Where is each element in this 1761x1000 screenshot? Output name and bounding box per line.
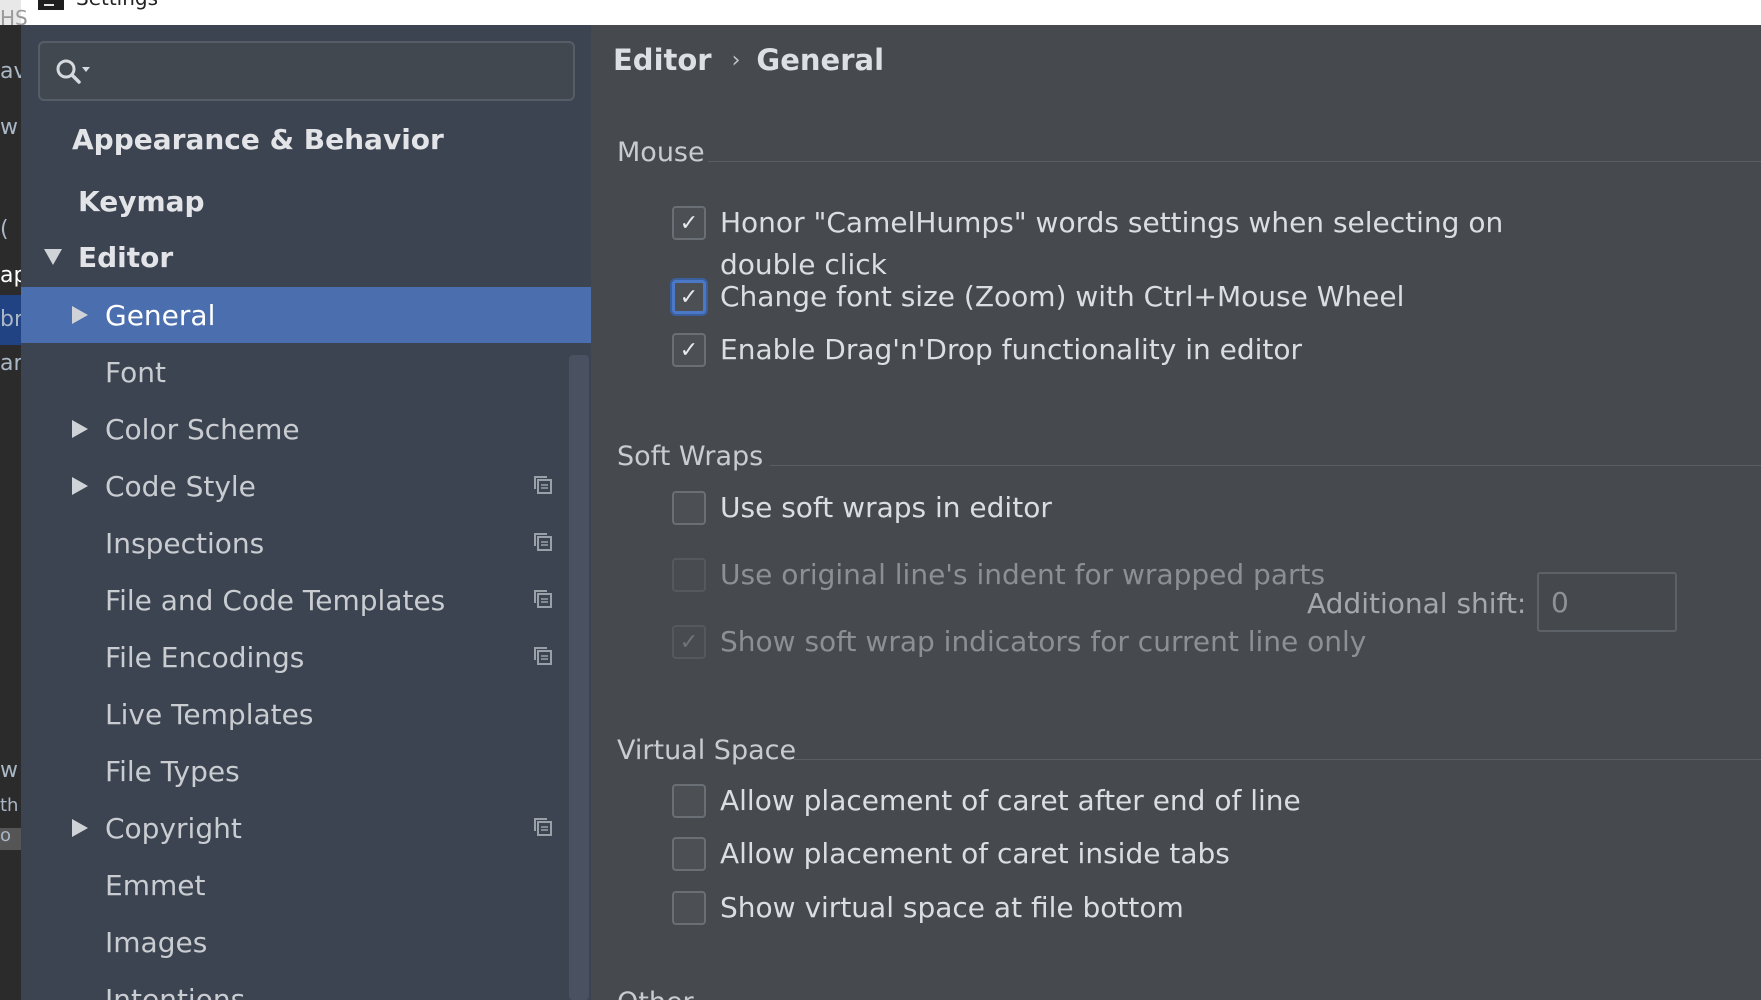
sidebar-item-code-style[interactable]: Code Style: [21, 458, 591, 514]
window-title: Settings: [76, 0, 158, 10]
copy-settings-icon: [534, 533, 552, 551]
sidebar-item-label: Inspections: [105, 526, 265, 560]
check-icon: ✓: [679, 210, 699, 236]
breadcrumb: Editor › General: [613, 43, 884, 77]
sidebar-item-label: Copyright: [105, 811, 242, 845]
settings-sidebar: Appearance & Behavior Keymap Editor General…: [21, 25, 591, 1000]
app-icon: [38, 0, 64, 10]
sidebar-item-live-templates[interactable]: Live Templates: [21, 686, 591, 742]
checkbox-caret-inside-tabs[interactable]: [672, 837, 706, 871]
background-text: av: [0, 59, 21, 84]
sidebar-item-file-encodings[interactable]: File Encodings: [21, 629, 591, 685]
copy-settings-icon: [534, 818, 552, 836]
sidebar-item-label: Color Scheme: [105, 412, 300, 446]
breadcrumb-parent[interactable]: Editor: [613, 43, 712, 77]
window-titlebar: Settings: [0, 0, 1761, 25]
sidebar-item-general[interactable]: General: [21, 287, 591, 343]
background-editor: av w ( ap br ar w th o: [0, 25, 21, 1000]
sidebar-item-images[interactable]: Images: [21, 914, 591, 970]
sidebar-item-emmet[interactable]: Emmet: [21, 857, 591, 913]
checkbox-original-indent[interactable]: [672, 558, 706, 592]
background-text: w: [0, 758, 18, 783]
background-text: ar: [0, 351, 21, 376]
sidebar-item-label: Font: [105, 355, 166, 389]
background-text: o: [0, 825, 12, 846]
background-text: ap: [0, 263, 21, 288]
sidebar-item-editor[interactable]: Editor: [21, 229, 591, 285]
option-label: Show soft wrap indicators for current li…: [720, 625, 1367, 658]
option-label: Enable Drag'n'Drop functionality in edit…: [720, 333, 1303, 366]
sidebar-item-label: File and Code Templates: [105, 583, 446, 617]
section-divider: [770, 465, 1761, 466]
section-title-mouse: Mouse: [617, 137, 705, 168]
sidebar-item-label: File Encodings: [105, 640, 305, 674]
option-label: Use original line's indent for wrapped p…: [720, 558, 1326, 591]
expand-right-icon[interactable]: [69, 418, 91, 440]
background-text: th: [0, 795, 19, 816]
checkbox-soft-wraps[interactable]: [672, 491, 706, 525]
copy-settings-icon: [534, 590, 552, 608]
checkbox-camelhumps[interactable]: ✓: [672, 206, 706, 240]
option-label: Honor "CamelHumps" words settings when s…: [720, 206, 1504, 239]
breadcrumb-current: General: [756, 43, 885, 77]
sidebar-scrollbar[interactable]: [569, 355, 589, 1000]
sidebar-item-label: Intentions: [105, 982, 246, 1000]
sidebar-item-label: General: [105, 298, 216, 332]
sidebar-item-intentions[interactable]: Intentions: [21, 971, 591, 1000]
breadcrumb-separator-icon: ›: [731, 48, 741, 73]
sidebar-item-inspections[interactable]: Inspections: [21, 515, 591, 571]
background-gutter: HS: [0, 0, 28, 30]
option-label: Allow placement of caret after end of li…: [720, 784, 1301, 817]
sidebar-item-file-and-code-templates[interactable]: File and Code Templates: [21, 572, 591, 628]
settings-panel: Editor › General Mouse ✓ Honor "CamelHumps…: [591, 25, 1761, 1000]
section-title-soft-wraps: Soft Wraps: [617, 441, 764, 472]
search-icon[interactable]: [54, 57, 94, 87]
additional-shift-input[interactable]: [1537, 572, 1677, 632]
sidebar-item-label: Images: [105, 925, 208, 959]
check-icon: ✓: [679, 629, 699, 655]
section-divider: [794, 759, 1761, 760]
option-label: Change font size (Zoom) with Ctrl+Mouse …: [720, 280, 1405, 313]
sidebar-item-label: Live Templates: [105, 697, 314, 731]
section-title-other: Other: [617, 987, 694, 1000]
section-divider: [708, 161, 1761, 162]
option-label: Allow placement of caret inside tabs: [720, 837, 1230, 870]
checkbox-wrap-indicators[interactable]: ✓: [672, 625, 706, 659]
sidebar-item-label: Appearance & Behavior: [72, 122, 444, 156]
sidebar-item-label: Keymap: [78, 184, 205, 218]
checkbox-caret-after-eol[interactable]: [672, 784, 706, 818]
copy-settings-icon: [534, 476, 552, 494]
background-text: br: [0, 307, 21, 332]
expand-right-icon[interactable]: [69, 304, 91, 326]
sidebar-item-keymap[interactable]: Keymap: [21, 173, 591, 229]
expand-right-icon[interactable]: [69, 817, 91, 839]
sidebar-item-label: File Types: [105, 754, 240, 788]
checkbox-zoom-ctrl-wheel[interactable]: ✓: [672, 280, 706, 314]
sidebar-item-appearance-behavior[interactable]: Appearance & Behavior: [21, 111, 591, 167]
search-input[interactable]: [102, 51, 562, 91]
search-field[interactable]: [38, 41, 575, 101]
checkbox-virtual-space-bottom[interactable]: [672, 891, 706, 925]
sidebar-item-file-types[interactable]: File Types: [21, 743, 591, 799]
checkbox-drag-n-drop[interactable]: ✓: [672, 333, 706, 367]
sidebar-item-color-scheme[interactable]: Color Scheme: [21, 401, 591, 457]
option-label: Use soft wraps in editor: [720, 491, 1052, 524]
background-text: w: [0, 115, 18, 140]
check-icon: ✓: [679, 284, 699, 310]
sidebar-item-label: Code Style: [105, 469, 256, 503]
expand-down-icon[interactable]: [42, 246, 64, 268]
expand-right-icon[interactable]: [69, 475, 91, 497]
section-title-virtual-space: Virtual Space: [617, 735, 797, 766]
sidebar-item-copyright[interactable]: Copyright: [21, 800, 591, 856]
option-label: Show virtual space at file bottom: [720, 891, 1184, 924]
copy-settings-icon: [534, 647, 552, 665]
additional-shift-label: Additional shift:: [1307, 587, 1527, 620]
check-icon: ✓: [679, 337, 699, 363]
sidebar-item-label: Editor: [78, 240, 174, 274]
sidebar-item-font[interactable]: Font: [21, 344, 591, 400]
sidebar-item-label: Emmet: [105, 868, 206, 902]
background-text: (: [0, 217, 9, 242]
